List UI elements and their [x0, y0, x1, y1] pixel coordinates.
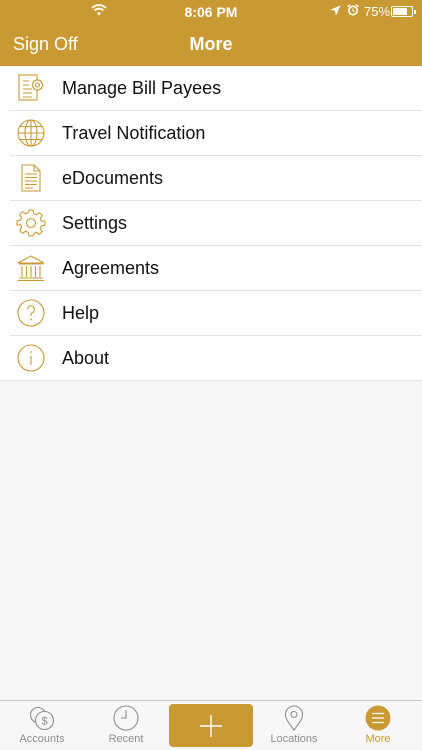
plus-icon	[200, 715, 222, 737]
tab-label: More	[365, 733, 391, 745]
question-circle-icon	[17, 299, 45, 327]
tab-locations[interactable]: Locations	[252, 701, 336, 750]
menu-item-manage-bill-payees[interactable]: Manage Bill Payees	[0, 66, 422, 111]
clock-icon	[113, 705, 139, 731]
menu-item-label: Travel Notification	[62, 123, 206, 143]
menu-item-label: Agreements	[62, 258, 160, 278]
tab-label: Locations	[270, 733, 318, 745]
bill-payee-document-gear-icon	[18, 74, 44, 101]
more-menu-list: Manage Bill Payees Travel Notification e…	[0, 66, 422, 381]
menu-item-label: Settings	[62, 213, 128, 233]
tab-recent[interactable]: Recent	[84, 701, 168, 750]
battery-nub	[414, 10, 416, 14]
battery-percent: 75%	[364, 4, 391, 19]
status-bar: 8:06 PM 75%	[0, 0, 422, 22]
menu-item-label: Manage Bill Payees	[62, 78, 222, 98]
globe-icon	[17, 119, 45, 147]
alarm-icon	[347, 4, 359, 16]
gear-icon	[16, 209, 46, 237]
bank-building-icon	[17, 255, 45, 282]
menu-item-label: eDocuments	[62, 168, 164, 188]
tab-label: Accounts	[19, 733, 65, 745]
menu-item-agreements[interactable]: Agreements	[0, 246, 422, 291]
menu-item-help[interactable]: Help	[0, 291, 422, 336]
navigation-bar: Sign Off More	[0, 22, 422, 66]
document-icon	[21, 164, 41, 192]
menu-item-label: About	[62, 348, 110, 368]
menu-item-travel-notification[interactable]: Travel Notification	[0, 111, 422, 156]
info-circle-icon	[17, 344, 45, 372]
menu-item-settings[interactable]: Settings	[0, 201, 422, 246]
menu-item-label: Help	[62, 303, 100, 323]
tab-bar: $ Accounts Recent Locations More	[0, 700, 422, 750]
sign-off-button[interactable]: Sign Off	[13, 34, 78, 55]
add-button[interactable]	[169, 704, 253, 747]
location-arrow-icon	[330, 5, 341, 16]
tab-accounts[interactable]: $ Accounts	[0, 701, 84, 750]
tab-more[interactable]: More	[336, 701, 420, 750]
menu-lines-icon	[365, 705, 391, 731]
header-bar: 8:06 PM 75% Sign Off More	[0, 0, 422, 66]
map-pin-icon	[284, 705, 304, 731]
tab-label: Recent	[108, 733, 144, 745]
svg-text:$: $	[41, 716, 47, 728]
menu-item-edocuments[interactable]: eDocuments	[0, 156, 422, 201]
menu-item-about[interactable]: About	[0, 336, 422, 381]
more-screen: 8:06 PM 75% Sign Off More Manage Bill Pa…	[0, 0, 422, 750]
battery-fill	[393, 8, 407, 15]
accounts-coins-icon: $	[29, 706, 55, 731]
battery-icon	[391, 6, 416, 17]
